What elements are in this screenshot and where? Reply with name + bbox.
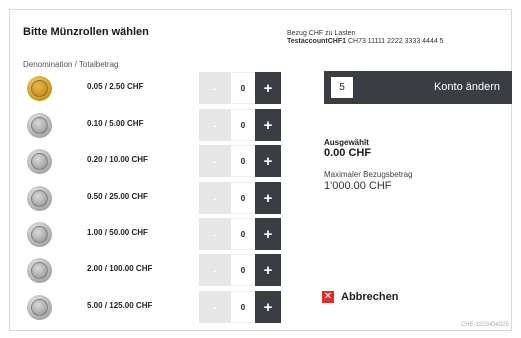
- denomination-row: 2.00 / 100.00 CHF - 0 +: [23, 254, 283, 286]
- quantity-field[interactable]: 0: [231, 218, 255, 250]
- page-title: Bitte Münzrollen wählen: [23, 26, 149, 38]
- denomination-row: 1.00 / 50.00 CHF - 0 +: [23, 218, 283, 250]
- column-header: Denomination / Totalbetrag: [23, 60, 119, 69]
- denomination-label: 5.00 / 125.00 CHF: [87, 301, 153, 310]
- silver-coin-icon: [27, 113, 52, 138]
- denomination-label: 1.00 / 50.00 CHF: [87, 228, 148, 237]
- account-iban: CH73 11111 2222 3333 4444 5: [347, 38, 444, 45]
- quantity-field[interactable]: 0: [231, 182, 255, 214]
- decrease-button[interactable]: -: [199, 109, 231, 141]
- account-info: Bezug CHF zu Lasten TestaccountCHF1 CH73…: [287, 30, 444, 46]
- quantity-field[interactable]: 0: [231, 254, 255, 286]
- quantity-stepper: - 0 +: [199, 109, 281, 141]
- increase-button[interactable]: +: [255, 291, 281, 323]
- silver-coin-icon: [27, 258, 52, 283]
- selected-label: Ausgewählt: [324, 138, 369, 147]
- quantity-stepper: - 0 +: [199, 182, 281, 214]
- silver-coin-icon: [27, 295, 52, 320]
- decrease-button[interactable]: -: [199, 218, 231, 250]
- silver-coin-icon: [27, 186, 52, 211]
- close-icon: ✕: [322, 291, 334, 303]
- denomination-label: 0.50 / 25.00 CHF: [87, 192, 148, 201]
- increase-button[interactable]: +: [255, 182, 281, 214]
- denomination-row: 5.00 / 125.00 CHF - 0 +: [23, 291, 283, 323]
- quantity-field[interactable]: 0: [231, 72, 255, 104]
- quantity-stepper: - 0 +: [199, 72, 281, 104]
- decrease-button[interactable]: -: [199, 182, 231, 214]
- selected-value: 0.00 CHF: [324, 147, 372, 159]
- quantity-stepper: - 0 +: [199, 291, 281, 323]
- gold-coin-icon: [27, 76, 52, 101]
- denomination-row: 0.05 / 2.50 CHF - 0 +: [23, 72, 283, 104]
- denomination-label: 0.10 / 5.00 CHF: [87, 119, 144, 128]
- decrease-button[interactable]: -: [199, 254, 231, 286]
- increase-button[interactable]: +: [255, 109, 281, 141]
- silver-coin-icon: [27, 222, 52, 247]
- account-name: TestaccountCHF1: [287, 38, 346, 45]
- increase-button[interactable]: +: [255, 254, 281, 286]
- max-amount-label: Maximaler Bezugsbetrag: [324, 170, 413, 179]
- quantity-stepper: - 0 +: [199, 218, 281, 250]
- denomination-label: 2.00 / 100.00 CHF: [87, 264, 153, 273]
- footer-id: CHE-1223434325: [460, 322, 509, 328]
- account-line1: Bezug CHF zu Lasten: [287, 30, 356, 37]
- denomination-label: 0.20 / 10.00 CHF: [87, 155, 148, 164]
- decrease-button[interactable]: -: [199, 145, 231, 177]
- decrease-button[interactable]: -: [199, 72, 231, 104]
- account-line2: TestaccountCHF1 CH73 11111 2222 3333 444…: [287, 38, 444, 46]
- quantity-field[interactable]: 0: [231, 291, 255, 323]
- change-account-label: Konto ändern: [433, 81, 500, 93]
- denomination-row: 0.10 / 5.00 CHF - 0 +: [23, 109, 283, 141]
- decrease-button[interactable]: -: [199, 291, 231, 323]
- denomination-row: 0.20 / 10.00 CHF - 0 +: [23, 145, 283, 177]
- max-amount-value: 1'000.00 CHF: [324, 180, 392, 192]
- quantity-field[interactable]: 0: [231, 109, 255, 141]
- quantity-stepper: - 0 +: [199, 145, 281, 177]
- increase-button[interactable]: +: [255, 145, 281, 177]
- increase-button[interactable]: +: [255, 218, 281, 250]
- account-number-badge: 5: [331, 77, 353, 98]
- quantity-stepper: - 0 +: [199, 254, 281, 286]
- increase-button[interactable]: +: [255, 72, 281, 104]
- change-account-button[interactable]: 5 Konto ändern: [324, 71, 512, 104]
- denomination-label: 0.05 / 2.50 CHF: [87, 82, 144, 91]
- cancel-label: Abbrechen: [341, 291, 399, 303]
- denomination-row: 0.50 / 25.00 CHF - 0 +: [23, 182, 283, 214]
- silver-coin-icon: [27, 149, 52, 174]
- quantity-field[interactable]: 0: [231, 145, 255, 177]
- cancel-button[interactable]: ✕ Abbrechen: [322, 291, 398, 303]
